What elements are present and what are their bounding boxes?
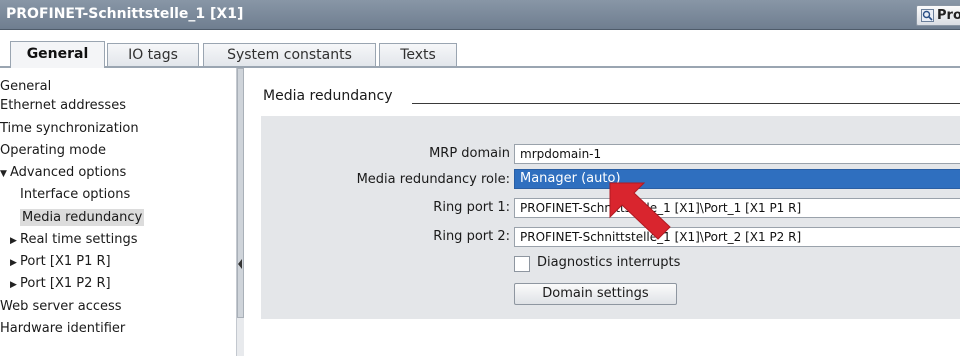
nav-item-hardware-identifier[interactable]: Hardware identifier (0, 318, 125, 339)
expanded-triangle-icon[interactable]: ▼ (0, 164, 10, 185)
media-redundancy-role-label: Media redundancy role: (356, 172, 510, 187)
properties-button[interactable]: Prop (916, 5, 960, 26)
mrp-domain-field[interactable]: mrpdomain-1 (514, 144, 960, 164)
scrollbar-thumb[interactable] (237, 68, 244, 318)
settings-panel: MRP domain mrpdomain-1 Media redundancy … (261, 116, 960, 319)
nav-item-label: Ethernet addresses (0, 98, 126, 113)
nav-item-label: Web server access (0, 299, 122, 314)
nav-item-port-x1-p1-r[interactable]: ▶ Port [X1 P1 R] (10, 251, 111, 272)
collapsed-triangle-icon[interactable]: ▶ (10, 253, 20, 274)
ring-port-1-label: Ring port 1: (433, 200, 510, 215)
section-title: Media redundancy (263, 88, 393, 104)
collapsed-triangle-icon[interactable]: ▶ (10, 275, 20, 296)
tab-texts[interactable]: Texts (379, 43, 457, 67)
nav-item-label: Real time settings (20, 232, 138, 247)
domain-settings-button[interactable]: Domain settings (514, 283, 677, 305)
nav-item-label: General (0, 79, 52, 94)
nav-item-label: Port [X1 P1 R] (20, 254, 111, 269)
nav-item-interface-options[interactable]: Interface options (20, 184, 130, 205)
window-title: PROFINET-Schnittstelle_1 [X1] (6, 6, 244, 22)
nav-item-label: Time synchronization (0, 121, 139, 136)
window-titlebar: PROFINET-Schnittstelle_1 [X1] Prop (0, 0, 960, 30)
nav-item-general[interactable]: General (0, 76, 51, 97)
mrp-domain-label: MRP domain (429, 146, 510, 161)
section-divider (412, 103, 960, 104)
nav-item-label: Media redundancy (20, 209, 145, 226)
media-redundancy-pane: Media redundancy MRP domain mrpdomain-1 … (245, 68, 960, 356)
diagnostics-interrupts-checkbox[interactable] (514, 256, 530, 272)
nav-item-label: Operating mode (0, 143, 106, 158)
diagnostics-interrupts-label: Diagnostics interrupts (537, 255, 681, 270)
sidebar-nav: General Ethernet addresses Time synchron… (0, 68, 244, 356)
nav-item-port-x1-p2-r[interactable]: ▶ Port [X1 P2 R] (10, 273, 111, 294)
collapse-left-icon[interactable] (237, 257, 243, 271)
nav-item-label: Advanced options (10, 165, 127, 180)
ring-port-2-label: Ring port 2: (433, 229, 510, 244)
ring-port-1-select[interactable]: PROFINET-Schnittstelle_1 [X1]\Port_1 [X1… (514, 198, 960, 218)
nav-item-label: Interface options (20, 187, 131, 202)
nav-item-web-server-access[interactable]: Web server access (0, 296, 122, 317)
tab-bar: General IO tags System constants Texts (0, 30, 960, 68)
sidebar-scrollbar[interactable] (236, 68, 244, 356)
nav-item-real-time-settings[interactable]: ▶ Real time settings (10, 229, 138, 250)
nav-item-advanced-options[interactable]: ▼ Advanced options (0, 162, 126, 183)
nav-item-time-synchronization[interactable]: Time synchronization (0, 118, 139, 139)
tab-system-constants[interactable]: System constants (203, 43, 376, 67)
collapsed-triangle-icon[interactable]: ▶ (10, 231, 20, 252)
ring-port-2-select[interactable]: PROFINET-Schnittstelle_1 [X1]\Port_2 [X1… (514, 227, 960, 247)
properties-button-label: Prop (937, 8, 960, 23)
tab-general[interactable]: General (10, 41, 105, 68)
nav-item-label: Hardware identifier (0, 321, 126, 336)
nav-item-operating-mode[interactable]: Operating mode (0, 140, 106, 161)
media-redundancy-role-select[interactable]: Manager (auto) (514, 169, 960, 189)
properties-magnifier-icon (921, 9, 934, 22)
nav-item-label: Port [X1 P2 R] (20, 276, 111, 291)
nav-item-ethernet-addresses[interactable]: Ethernet addresses (0, 95, 126, 116)
nav-item-media-redundancy[interactable]: Media redundancy (20, 207, 145, 228)
tab-io-tags[interactable]: IO tags (107, 43, 199, 67)
